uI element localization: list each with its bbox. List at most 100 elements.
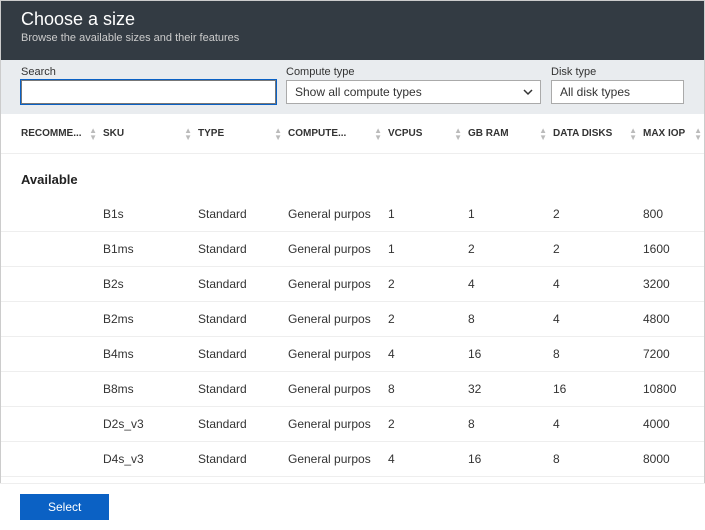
table-row[interactable]: B2msStandardGeneral purpos2844800 bbox=[1, 302, 704, 337]
cell-recommended bbox=[1, 407, 101, 442]
cell-recommended bbox=[1, 337, 101, 372]
cell-sku: D4s_v3 bbox=[101, 442, 196, 477]
search-input[interactable] bbox=[21, 80, 276, 104]
cell-iops: 800 bbox=[641, 197, 704, 232]
panel-subtitle: Browse the available sizes and their fea… bbox=[21, 32, 684, 44]
column-header[interactable]: DATA DISKS ▲▼ bbox=[551, 114, 641, 154]
cell-recommended bbox=[1, 442, 101, 477]
cell-type: Standard bbox=[196, 372, 286, 407]
cell-iops: 8000 bbox=[641, 442, 704, 477]
table-row[interactable]: D2s_v3StandardGeneral purpos2844000 bbox=[1, 407, 704, 442]
cell-ram: 4 bbox=[466, 267, 551, 302]
disk-type-select[interactable]: All disk types bbox=[551, 80, 684, 104]
cell-type: Standard bbox=[196, 197, 286, 232]
cell-iops: 3200 bbox=[641, 267, 704, 302]
column-header[interactable]: MAX IOP ▲▼ bbox=[641, 114, 704, 154]
column-label: RECOMME... bbox=[21, 128, 82, 139]
cell-sku: D2s_v3 bbox=[101, 407, 196, 442]
compute-type-group: Compute type Show all compute types bbox=[286, 66, 541, 104]
cell-ram: 32 bbox=[466, 372, 551, 407]
cell-compute: General purpos bbox=[286, 442, 386, 477]
table-row[interactable]: D4s_v3StandardGeneral purpos41688000 bbox=[1, 442, 704, 477]
compute-type-label: Compute type bbox=[286, 66, 541, 78]
column-label: GB RAM bbox=[468, 128, 509, 139]
column-header[interactable]: RECOMME...▲▼ bbox=[1, 114, 101, 154]
cell-compute: General purpos bbox=[286, 232, 386, 267]
cell-vcpus: 4 bbox=[386, 442, 466, 477]
panel-header: Choose a size Browse the available sizes… bbox=[1, 1, 704, 60]
disk-type-group: Disk type All disk types bbox=[551, 66, 684, 104]
cell-sku: B1ms bbox=[101, 232, 196, 267]
cell-iops: 4800 bbox=[641, 302, 704, 337]
column-header[interactable]: TYPE ▲▼ bbox=[196, 114, 286, 154]
column-header[interactable]: VCPUS▲▼ bbox=[386, 114, 466, 154]
column-label: SKU bbox=[103, 128, 124, 139]
cell-type: Standard bbox=[196, 442, 286, 477]
sort-icon: ▲▼ bbox=[274, 127, 282, 141]
cell-compute: General purpos bbox=[286, 407, 386, 442]
cell-disks: 4 bbox=[551, 267, 641, 302]
cell-iops: 1600 bbox=[641, 232, 704, 267]
cell-type: Standard bbox=[196, 232, 286, 267]
cell-compute: General purpos bbox=[286, 372, 386, 407]
column-label: TYPE bbox=[198, 128, 224, 139]
column-label: COMPUTE... bbox=[288, 128, 346, 139]
cell-vcpus: 1 bbox=[386, 232, 466, 267]
cell-sku: B4ms bbox=[101, 337, 196, 372]
cell-type: Standard bbox=[196, 267, 286, 302]
sort-icon: ▲▼ bbox=[454, 127, 462, 141]
sort-icon: ▲▼ bbox=[374, 127, 382, 141]
cell-compute: General purpos bbox=[286, 337, 386, 372]
cell-type: Standard bbox=[196, 337, 286, 372]
table-row[interactable]: B8msStandardGeneral purpos8321610800 bbox=[1, 372, 704, 407]
column-header[interactable]: GB RAM ▲▼ bbox=[466, 114, 551, 154]
column-header[interactable]: COMPUTE... ▲▼ bbox=[286, 114, 386, 154]
cell-ram: 2 bbox=[466, 232, 551, 267]
cell-sku: B2ms bbox=[101, 302, 196, 337]
cell-iops: 10800 bbox=[641, 372, 704, 407]
table-row[interactable]: B1msStandardGeneral purpos1221600 bbox=[1, 232, 704, 267]
sort-icon: ▲▼ bbox=[694, 127, 702, 141]
cell-sku: B8ms bbox=[101, 372, 196, 407]
chevron-down-icon bbox=[522, 86, 534, 98]
cell-ram: 16 bbox=[466, 337, 551, 372]
cell-vcpus: 4 bbox=[386, 337, 466, 372]
cell-ram: 8 bbox=[466, 407, 551, 442]
column-header[interactable]: SKU ▲▼ bbox=[101, 114, 196, 154]
sort-icon: ▲▼ bbox=[539, 127, 547, 141]
cell-disks: 2 bbox=[551, 197, 641, 232]
cell-type: Standard bbox=[196, 407, 286, 442]
select-button[interactable]: Select bbox=[20, 494, 109, 520]
table-row[interactable]: B4msStandardGeneral purpos41687200 bbox=[1, 337, 704, 372]
sort-icon: ▲▼ bbox=[629, 127, 637, 141]
footer: Select bbox=[0, 483, 705, 530]
cell-recommended bbox=[1, 197, 101, 232]
cell-sku: B1s bbox=[101, 197, 196, 232]
table-row[interactable]: B1sStandardGeneral purpos112800 bbox=[1, 197, 704, 232]
compute-type-value: Show all compute types bbox=[295, 85, 422, 99]
cell-disks: 8 bbox=[551, 337, 641, 372]
cell-disks: 4 bbox=[551, 302, 641, 337]
cell-vcpus: 8 bbox=[386, 372, 466, 407]
cell-disks: 8 bbox=[551, 442, 641, 477]
cell-vcpus: 1 bbox=[386, 197, 466, 232]
cell-compute: General purpos bbox=[286, 267, 386, 302]
panel-title: Choose a size bbox=[21, 9, 684, 30]
cell-disks: 16 bbox=[551, 372, 641, 407]
cell-type: Standard bbox=[196, 302, 286, 337]
table-row[interactable]: B2sStandardGeneral purpos2443200 bbox=[1, 267, 704, 302]
disk-type-label: Disk type bbox=[551, 66, 684, 78]
cell-vcpus: 2 bbox=[386, 407, 466, 442]
cell-ram: 16 bbox=[466, 442, 551, 477]
cell-recommended bbox=[1, 267, 101, 302]
cell-recommended bbox=[1, 302, 101, 337]
cell-vcpus: 2 bbox=[386, 302, 466, 337]
column-label: DATA DISKS bbox=[553, 128, 612, 139]
search-label: Search bbox=[21, 66, 276, 78]
cell-compute: General purpos bbox=[286, 197, 386, 232]
sort-icon: ▲▼ bbox=[184, 127, 192, 141]
search-group: Search bbox=[21, 66, 276, 104]
column-label: MAX IOP bbox=[643, 128, 685, 139]
compute-type-select[interactable]: Show all compute types bbox=[286, 80, 541, 104]
size-table-wrap: RECOMME...▲▼SKU▲▼TYPE▲▼COMPUTE...▲▼VCPUS… bbox=[1, 114, 704, 494]
